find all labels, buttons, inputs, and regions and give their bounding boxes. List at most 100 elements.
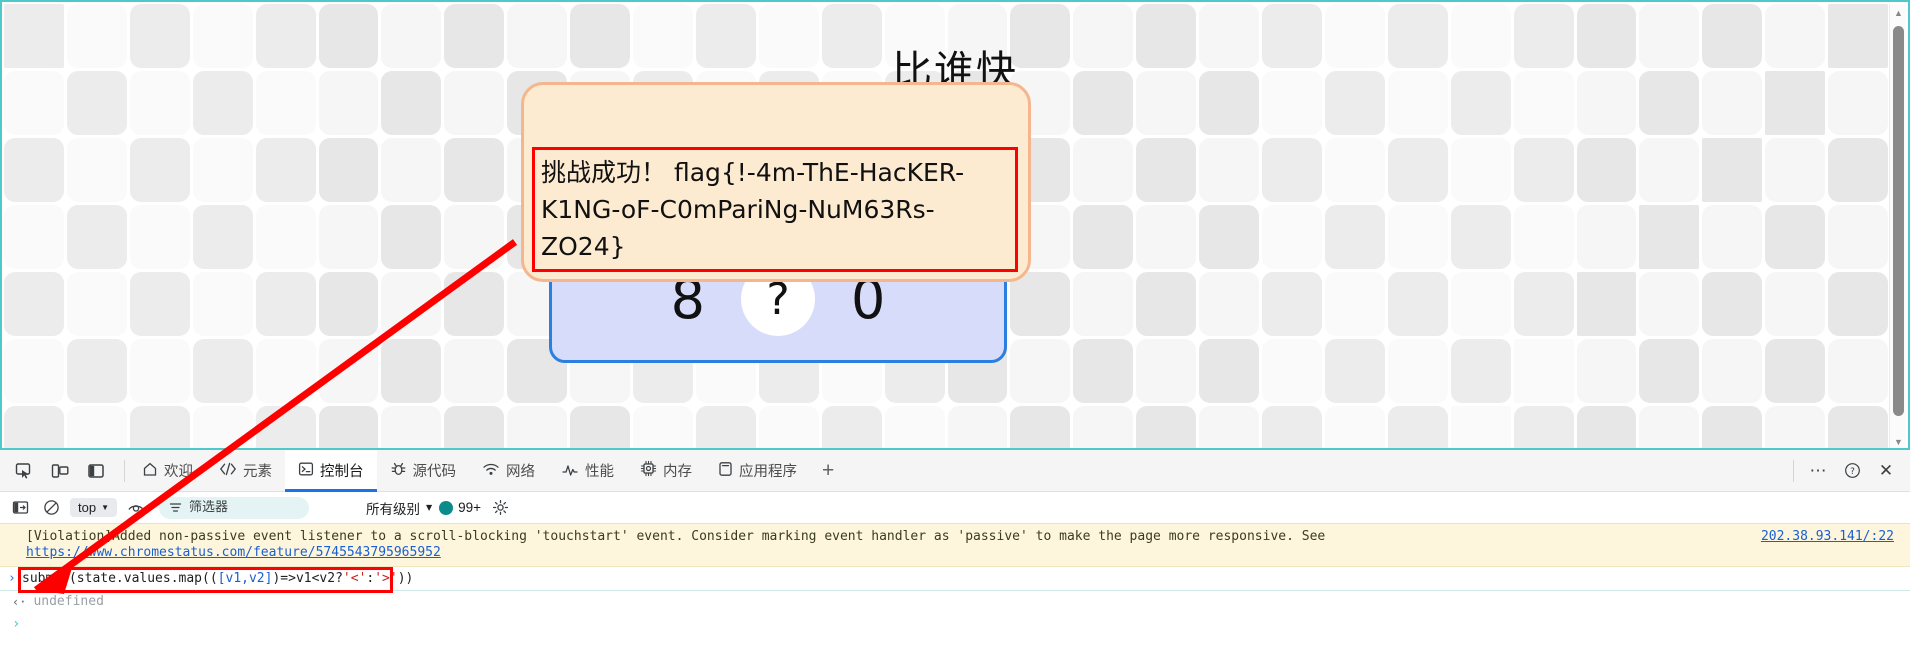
background-key	[1324, 406, 1385, 448]
background-key	[1199, 138, 1259, 202]
background-key	[192, 138, 253, 202]
console-icon	[298, 461, 314, 481]
background-key	[1136, 272, 1197, 336]
background-key	[1073, 339, 1134, 403]
background-key	[1765, 339, 1826, 403]
device-toolbar-icon[interactable]	[46, 457, 74, 485]
chevron-down-icon: ▼	[101, 503, 109, 512]
background-key	[381, 138, 442, 202]
background-key	[1262, 406, 1322, 448]
cmd-string-gt: '>'	[374, 571, 398, 586]
background-key	[821, 406, 882, 448]
background-key	[1576, 138, 1637, 202]
background-key	[1702, 272, 1763, 336]
background-key	[1324, 272, 1385, 336]
result-arrow-icon: ‹·	[12, 594, 27, 609]
dock-side-icon[interactable]	[82, 457, 110, 485]
console-filter-input[interactable]	[189, 500, 299, 515]
console-input-prompt[interactable]: ›	[0, 612, 1910, 636]
background-key	[1450, 339, 1511, 403]
background-key	[1639, 205, 1700, 269]
background-key	[4, 205, 64, 269]
background-key	[1513, 272, 1574, 336]
background-key	[1702, 138, 1763, 202]
code-icon	[219, 461, 237, 481]
tab-performance[interactable]: 性能	[548, 450, 627, 492]
background-key	[1828, 138, 1888, 202]
background-key	[444, 272, 505, 336]
background-key	[1450, 138, 1511, 202]
background-key	[66, 406, 127, 448]
scroll-down-arrow[interactable]: ▼	[1890, 433, 1907, 448]
background-key	[1828, 272, 1888, 336]
devtools-tabbar: 欢迎 元素 控制台 源代码 网络 性能 内存 应用程序 + ⋯ ? ✕	[0, 449, 1910, 492]
background-key	[1450, 272, 1511, 336]
violation-url-link[interactable]: https://www.chromestatus.com/feature/574…	[26, 545, 441, 560]
scrollbar-thumb[interactable]	[1893, 26, 1904, 416]
tab-home[interactable]: 欢迎	[129, 450, 206, 492]
tab-wifi[interactable]: 网络	[469, 450, 548, 492]
background-key	[1639, 339, 1700, 403]
background-key	[318, 205, 379, 269]
background-key	[381, 339, 442, 403]
background-key	[1765, 205, 1826, 269]
background-key	[192, 205, 253, 269]
page-scrollbar[interactable]: ▲ ▼	[1889, 4, 1907, 448]
inspect-element-icon[interactable]	[10, 457, 38, 485]
background-key	[884, 406, 945, 448]
flag-text: 挑战成功！ flag{!-4m-ThE-HacKER-K1NG-oF-C0mPa…	[532, 147, 1018, 272]
console-result-value: undefined	[33, 594, 104, 609]
background-key	[1262, 205, 1322, 269]
background-key	[1136, 339, 1197, 403]
background-key	[1073, 406, 1134, 448]
message-badge-icon	[439, 500, 454, 515]
application-icon	[718, 461, 733, 481]
clear-console-icon[interactable]	[39, 496, 63, 520]
tab-label: 源代码	[412, 464, 457, 480]
sidebar-icon[interactable]	[8, 496, 32, 520]
background-key	[1136, 406, 1197, 448]
tab-bug[interactable]: 源代码	[377, 450, 470, 492]
console-filter-box[interactable]	[159, 496, 309, 519]
cmd-part-2: )=>v1<v2?	[272, 571, 343, 586]
console-level-select[interactable]: 所有级别 ▼	[366, 498, 432, 518]
eye-icon[interactable]	[124, 496, 148, 520]
background-key	[4, 272, 64, 336]
background-key	[695, 406, 756, 448]
background-key	[1387, 205, 1448, 269]
tab-memory[interactable]: 内存	[627, 450, 705, 492]
background-key	[4, 406, 64, 448]
scroll-up-arrow[interactable]: ▲	[1890, 4, 1907, 21]
background-key	[1387, 406, 1448, 448]
background-key	[1073, 138, 1134, 202]
background-key	[381, 205, 442, 269]
execution-context-select[interactable]: top ▼	[70, 498, 117, 517]
background-key	[1576, 339, 1637, 403]
background-key	[66, 205, 127, 269]
background-key	[1387, 339, 1448, 403]
close-icon[interactable]: ✕	[1872, 457, 1900, 485]
background-key	[1010, 406, 1071, 448]
background-key	[1387, 272, 1448, 336]
violation-source-link[interactable]: 202.38.93.141/:22	[1761, 529, 1894, 545]
background-key	[318, 138, 379, 202]
background-key	[947, 406, 1008, 448]
tab-application[interactable]: 应用程序	[705, 450, 810, 492]
tab-console[interactable]: 控制台	[285, 449, 377, 492]
message-count-badge[interactable]: 99+	[439, 500, 481, 515]
performance-icon	[561, 461, 579, 481]
background-key	[1639, 406, 1700, 448]
background-key	[1576, 272, 1637, 336]
background-key	[444, 138, 505, 202]
background-key	[129, 138, 190, 202]
wifi-icon	[482, 461, 500, 481]
background-key	[1639, 272, 1700, 336]
gear-icon[interactable]	[488, 496, 512, 520]
background-key	[1765, 138, 1826, 202]
console-executed-command-row[interactable]: › submit(state.values.map(([v1,v2])=>v1<…	[0, 567, 1910, 593]
background-key	[1702, 205, 1763, 269]
more-options-icon[interactable]: ⋯	[1804, 457, 1832, 485]
help-icon[interactable]: ?	[1838, 457, 1866, 485]
add-panel-button[interactable]: +	[810, 459, 846, 483]
tab-code[interactable]: 元素	[206, 450, 285, 492]
